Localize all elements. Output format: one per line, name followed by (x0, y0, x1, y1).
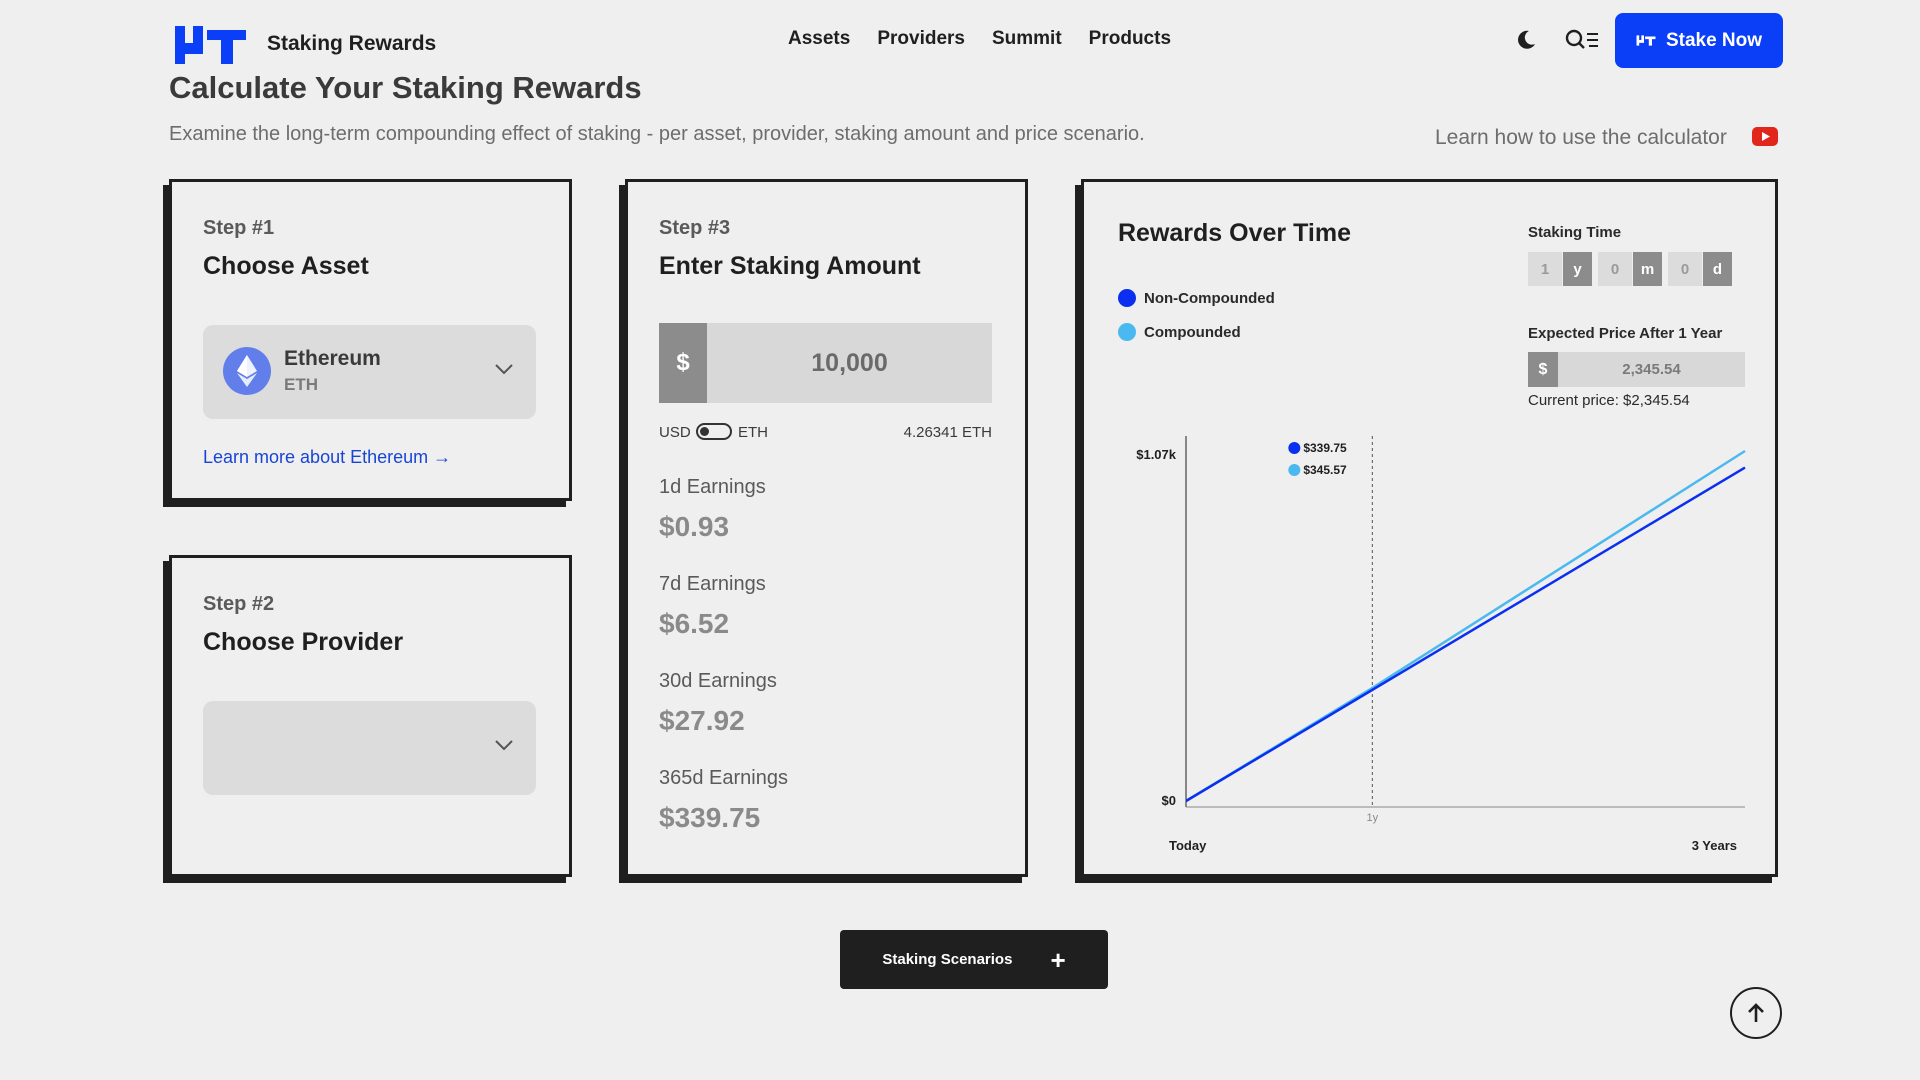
stake-now-button[interactable]: Stake Now (1615, 13, 1783, 68)
x-tick-label-marker: 1y (1367, 812, 1379, 824)
earnings-365d-value: $339.75 (659, 802, 761, 833)
nav-assets[interactable]: Assets (788, 28, 850, 50)
x-tick-label-start: Today (1169, 838, 1207, 853)
staking-scenarios-label: Staking Scenarios (882, 951, 1013, 968)
nav-providers[interactable]: Providers (877, 28, 965, 50)
search-menu-icon[interactable] (1565, 29, 1599, 51)
earnings-365d-label: 365d Earnings (659, 767, 788, 789)
nav-products[interactable]: Products (1089, 28, 1171, 50)
tooltip-dot-non-compounded (1288, 442, 1301, 454)
staking-amount-card: Step #3 Enter Staking Amount $ USD ETH 4… (625, 179, 1028, 877)
brand-name[interactable]: Staking Rewards (267, 32, 436, 56)
staking-scenarios-button[interactable]: Staking Scenarios + (840, 930, 1108, 989)
asset-symbol: ETH (284, 375, 318, 394)
series-line-non-compounded (1185, 466, 1746, 803)
amount-field: $ (659, 323, 992, 403)
eth-conversion: 4.26341 ETH (903, 424, 992, 441)
rewards-over-time-card: Rewards Over Time Non-Compounded Compoun… (1081, 179, 1778, 877)
earnings-7d-label: 7d Earnings (659, 573, 766, 595)
usd-label: USD (659, 424, 691, 441)
scroll-to-top-button[interactable] (1730, 987, 1782, 1039)
staking-rewards-logo-icon[interactable] (173, 24, 248, 66)
step-1-label: Step #1 (203, 217, 275, 239)
step-3-label: Step #3 (659, 217, 731, 239)
asset-name: Ethereum (284, 347, 381, 370)
asset-dropdown[interactable]: Ethereum ETH (203, 325, 536, 419)
ethereum-icon (223, 347, 271, 395)
tooltip-dot-compounded (1288, 464, 1301, 476)
series-line-compounded (1185, 449, 1746, 803)
earnings-30d-value: $27.92 (659, 705, 745, 736)
tooltip-value-non-compounded: $339.75 (1303, 441, 1347, 455)
page-subtitle: Examine the long-term compounding effect… (169, 123, 1145, 145)
eth-label: ETH (738, 424, 768, 441)
arrow-up-icon (1748, 1003, 1764, 1022)
chevron-down-icon (495, 740, 513, 751)
y-tick-label-min: $0 (1162, 793, 1176, 808)
earnings-7d-value: $6.52 (659, 608, 730, 639)
plus-icon: + (1050, 944, 1066, 975)
earnings-1d-value: $0.93 (659, 511, 730, 542)
step-1-title: Choose Asset (203, 252, 369, 280)
step-3-title: Enter Staking Amount (659, 252, 921, 280)
stake-now-label: Stake Now (1665, 29, 1763, 51)
currency-symbol: $ (659, 323, 707, 403)
toggle-knob (700, 427, 709, 436)
earnings-30d-label: 30d Earnings (659, 670, 777, 692)
step-2-title: Choose Provider (203, 628, 404, 656)
step-2-label: Step #2 (203, 593, 275, 615)
learn-more-asset-link[interactable]: Learn more about Ethereum → (203, 447, 451, 468)
x-tick-label-end: 3 Years (1692, 838, 1737, 853)
earnings-1d-label: 1d Earnings (659, 476, 766, 498)
usd-eth-toggle[interactable] (696, 423, 732, 440)
page-title: Calculate Your Staking Rewards (169, 70, 642, 105)
staking-rewards-small-logo-icon (1636, 35, 1656, 46)
choose-provider-card: Step #2 Choose Provider (169, 555, 572, 877)
staking-amount-input[interactable] (707, 323, 992, 403)
chevron-down-icon (495, 364, 513, 375)
provider-dropdown[interactable] (203, 701, 536, 795)
main-nav: Assets Providers Summit Products (788, 28, 1171, 50)
nav-summit[interactable]: Summit (992, 28, 1062, 50)
y-tick-label-max: $1.07k (1136, 447, 1177, 462)
youtube-icon[interactable] (1752, 127, 1778, 146)
tooltip-value-compounded: $345.57 (1303, 463, 1347, 477)
learn-calculator-link[interactable]: Learn how to use the calculator (1435, 126, 1727, 150)
dark-mode-moon-icon[interactable] (1515, 29, 1537, 51)
rewards-line-chart[interactable]: $0 $1.07k Today 1y 3 Years $339.75 $345.57 (1084, 182, 1775, 874)
top-navigation-bar: Staking Rewards Assets Providers Summit … (0, 0, 1920, 80)
choose-asset-card: Step #1 Choose Asset Ethereum ETH Learn … (169, 179, 572, 501)
